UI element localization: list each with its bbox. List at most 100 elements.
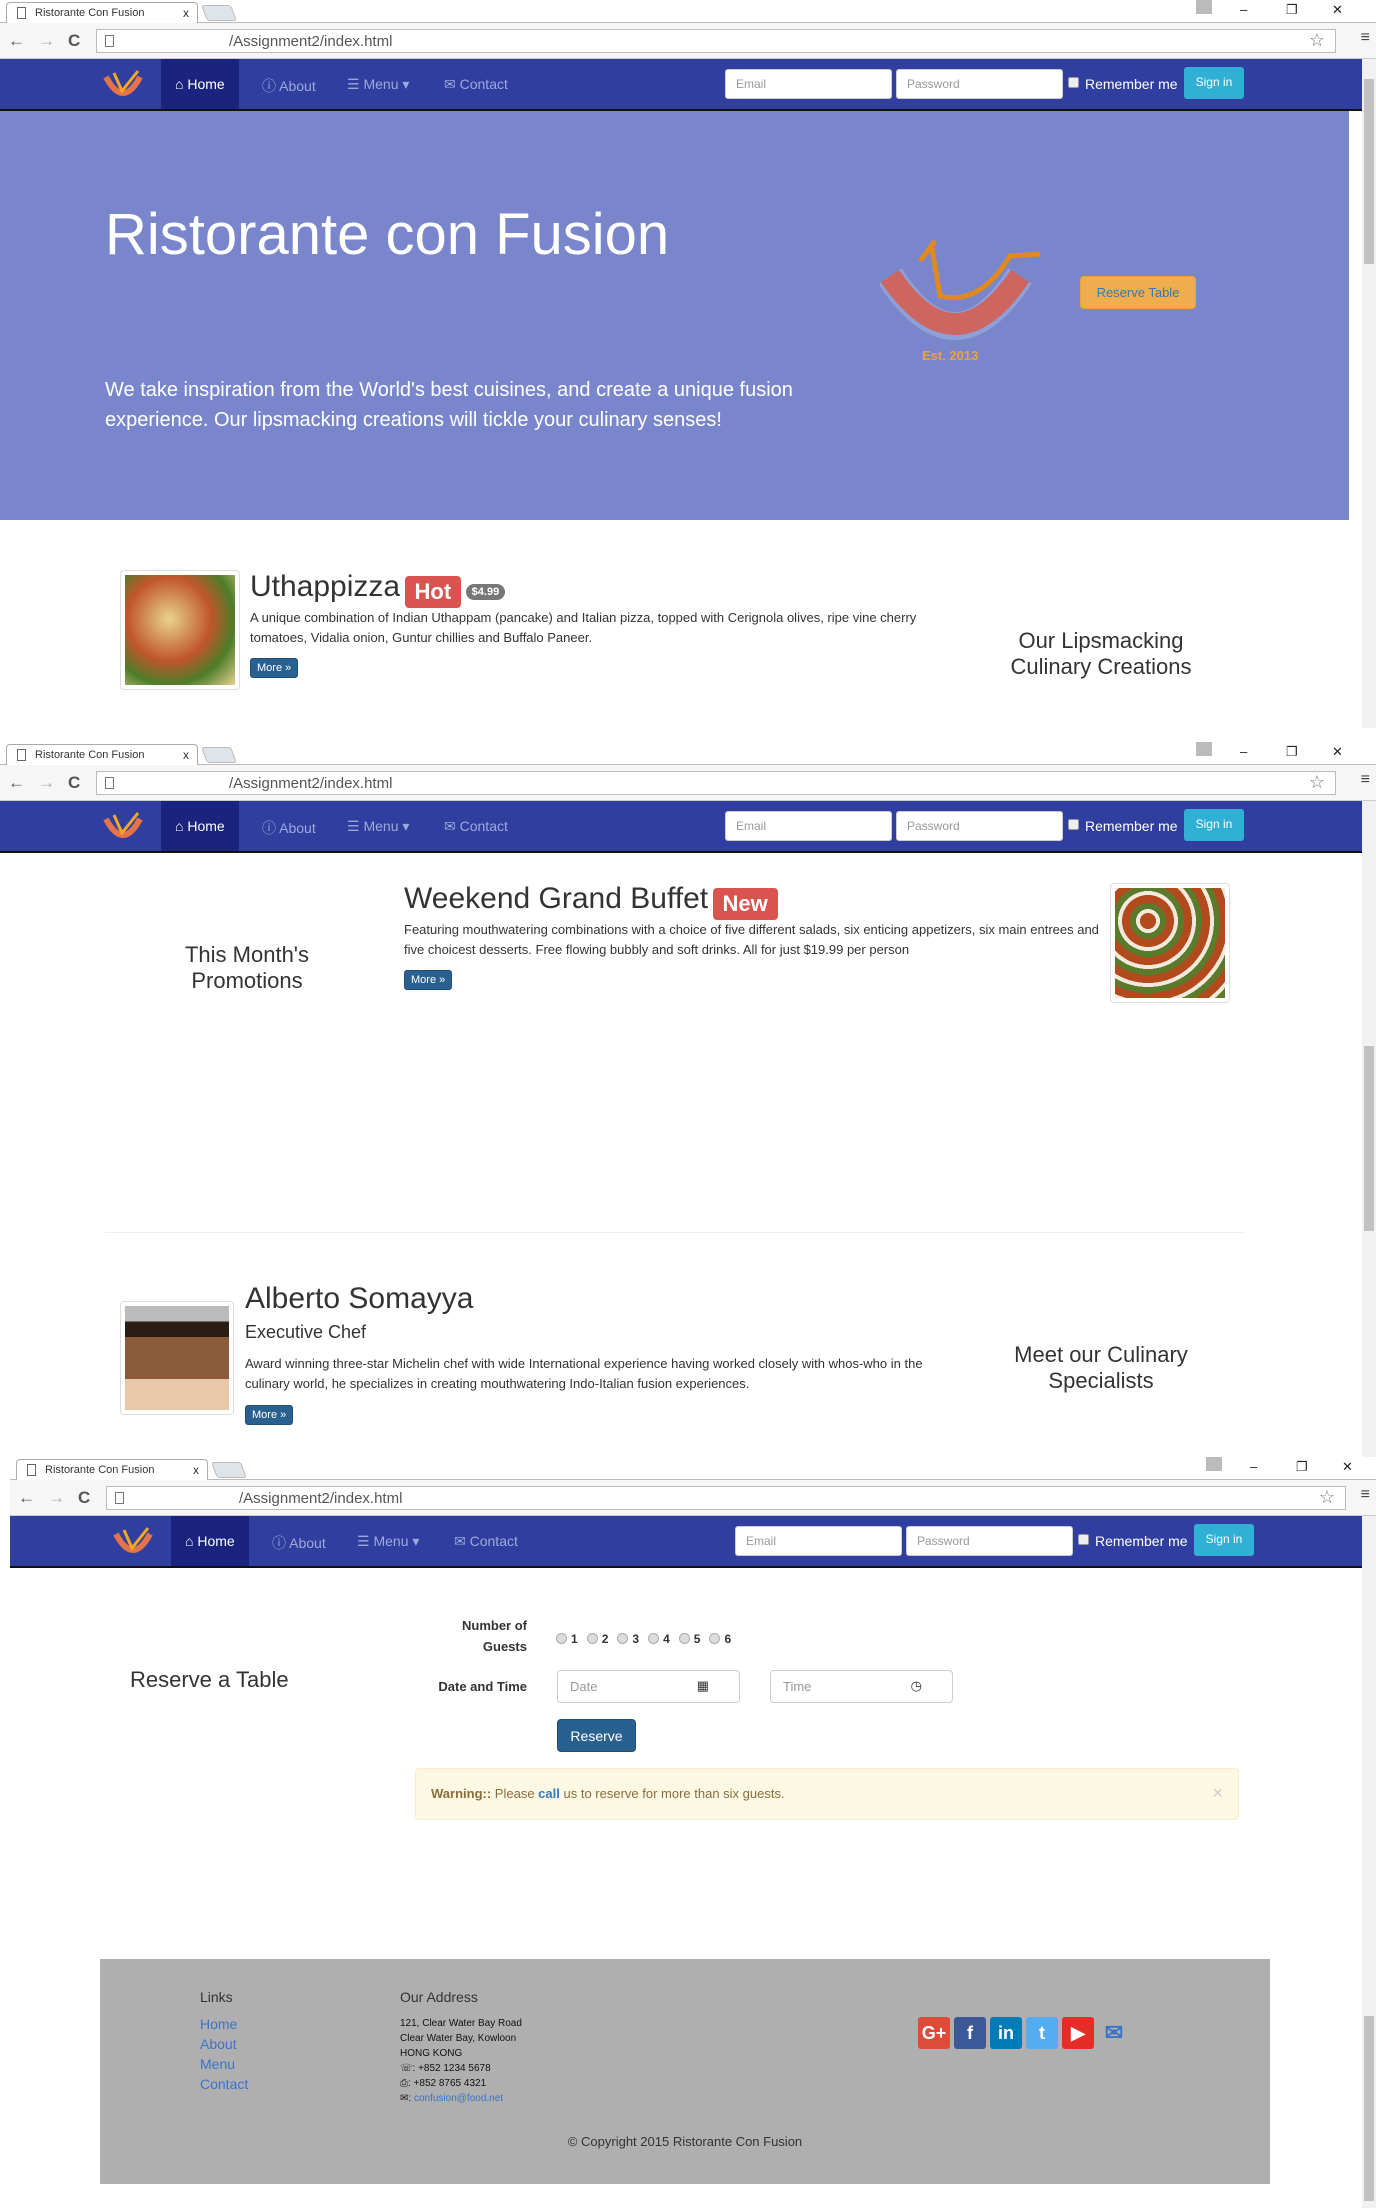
- guest-radio-4[interactable]: 4: [648, 1632, 670, 1646]
- close-window-button[interactable]: ✕: [1332, 2, 1343, 18]
- password-input[interactable]: Password: [896, 69, 1063, 99]
- profile-icon[interactable]: [1206, 1457, 1222, 1471]
- radio-circle[interactable]: [617, 1633, 629, 1644]
- new-tab-button[interactable]: [201, 5, 237, 21]
- radio-circle[interactable]: [709, 1633, 721, 1644]
- google-plus-icon[interactable]: G+: [918, 2017, 950, 2049]
- dish-more-button[interactable]: More »: [250, 658, 299, 678]
- scrollbar[interactable]: [1362, 1516, 1376, 2208]
- footer-link-about[interactable]: About: [200, 2036, 237, 2052]
- nav-home[interactable]: ⌂ Home: [161, 801, 239, 851]
- linkedin-icon[interactable]: in: [990, 2017, 1022, 2049]
- radio-circle[interactable]: [678, 1633, 690, 1644]
- reserve-table-button[interactable]: Reserve Table: [1080, 276, 1196, 309]
- back-button[interactable]: ←: [8, 31, 25, 51]
- remember-me-checkbox[interactable]: [1068, 77, 1079, 88]
- password-input[interactable]: Password: [896, 811, 1063, 841]
- nav-contact[interactable]: ✉ Contact: [444, 59, 508, 109]
- brand-logo[interactable]: [102, 69, 144, 101]
- sign-in-button[interactable]: Sign in: [1194, 1524, 1254, 1556]
- scrollbar[interactable]: [1362, 801, 1376, 1457]
- restore-button[interactable]: ❐: [1296, 1459, 1308, 1475]
- nav-contact[interactable]: ✉ Contact: [454, 1516, 518, 1566]
- browser-tab[interactable]: Ristorante Con Fusion x: [6, 2, 198, 24]
- profile-icon[interactable]: [1196, 742, 1212, 756]
- scrollbar-thumb[interactable]: [1364, 79, 1374, 264]
- nav-about[interactable]: ⓘ About: [262, 801, 316, 851]
- nav-menu-dropdown[interactable]: ☰ Menu ▾: [347, 801, 409, 851]
- close-window-button[interactable]: ✕: [1332, 744, 1343, 760]
- guest-radio-5[interactable]: 5: [678, 1632, 700, 1646]
- email-input[interactable]: Email: [725, 811, 892, 841]
- restore-button[interactable]: ❐: [1286, 744, 1298, 760]
- browser-menu-icon[interactable]: ≡: [1361, 1486, 1370, 1504]
- nav-menu-dropdown[interactable]: ☰ Menu ▾: [347, 59, 409, 109]
- minimize-button[interactable]: –: [1250, 1459, 1257, 1474]
- bookmark-star-icon[interactable]: ☆: [1319, 1487, 1335, 1508]
- email-link[interactable]: confusion@food.net: [414, 2093, 503, 2104]
- forward-button[interactable]: →: [38, 773, 55, 793]
- nav-home[interactable]: ⌂ Home: [161, 59, 239, 109]
- minimize-button[interactable]: –: [1240, 744, 1247, 759]
- bookmark-star-icon[interactable]: ☆: [1309, 772, 1325, 793]
- brand-logo[interactable]: [102, 811, 144, 843]
- alert-close-button[interactable]: ×: [1212, 1783, 1223, 1804]
- scrollbar-thumb[interactable]: [1364, 2016, 1374, 2201]
- browser-menu-icon[interactable]: ≡: [1361, 771, 1370, 789]
- url-input[interactable]: /Assignment2/index.html ☆: [96, 29, 1336, 53]
- scrollbar-thumb[interactable]: [1364, 1046, 1374, 1231]
- remember-me-checkbox[interactable]: [1078, 1534, 1089, 1545]
- reload-button[interactable]: C: [78, 1488, 90, 1508]
- footer-link-menu[interactable]: Menu: [200, 2056, 235, 2072]
- remember-me-checkbox[interactable]: [1068, 819, 1079, 830]
- email-input[interactable]: Email: [735, 1526, 902, 1556]
- leader-more-button[interactable]: More »: [245, 1405, 294, 1425]
- call-link[interactable]: call: [538, 1786, 560, 1801]
- email-input[interactable]: Email: [725, 69, 892, 99]
- url-input[interactable]: /Assignment2/index.html ☆: [106, 1486, 1346, 1510]
- promotion-more-button[interactable]: More »: [404, 970, 453, 990]
- close-window-button[interactable]: ✕: [1342, 1459, 1353, 1475]
- guest-radio-3[interactable]: 3: [617, 1632, 639, 1646]
- radio-circle[interactable]: [556, 1633, 567, 1644]
- new-tab-button[interactable]: [211, 1462, 247, 1478]
- browser-tab[interactable]: Ristorante Con Fusion x: [16, 1459, 208, 1481]
- url-input[interactable]: /Assignment2/index.html ☆: [96, 771, 1336, 795]
- nav-home[interactable]: ⌂ Home: [171, 1516, 249, 1566]
- back-button[interactable]: ←: [8, 773, 25, 793]
- reload-button[interactable]: C: [68, 773, 80, 793]
- new-tab-button[interactable]: [201, 747, 237, 763]
- bookmark-star-icon[interactable]: ☆: [1309, 30, 1325, 51]
- reserve-button[interactable]: Reserve: [557, 1719, 636, 1752]
- radio-circle[interactable]: [648, 1633, 660, 1644]
- browser-menu-icon[interactable]: ≡: [1361, 29, 1370, 47]
- browser-tab[interactable]: Ristorante Con Fusion x: [6, 744, 198, 766]
- twitter-icon[interactable]: t: [1026, 2017, 1058, 2049]
- nav-about[interactable]: ⓘ About: [272, 1516, 326, 1566]
- date-input[interactable]: Date ▦: [557, 1670, 740, 1703]
- restore-button[interactable]: ❐: [1286, 2, 1298, 18]
- reload-button[interactable]: C: [68, 31, 80, 51]
- footer-link-contact[interactable]: Contact: [200, 2076, 248, 2092]
- profile-icon[interactable]: [1196, 0, 1212, 14]
- brand-logo[interactable]: [112, 1526, 154, 1558]
- time-input[interactable]: Time ◷: [770, 1670, 953, 1703]
- back-button[interactable]: ←: [18, 1488, 35, 1508]
- nav-menu-dropdown[interactable]: ☰ Menu ▾: [357, 1516, 419, 1566]
- forward-button[interactable]: →: [38, 31, 55, 51]
- guest-radio-2[interactable]: 2: [586, 1632, 608, 1646]
- radio-circle[interactable]: [586, 1633, 598, 1644]
- forward-button[interactable]: →: [48, 1488, 65, 1508]
- tab-close-button[interactable]: x: [183, 6, 189, 20]
- facebook-icon[interactable]: f: [954, 2017, 986, 2049]
- guest-radio-6[interactable]: 6: [709, 1632, 731, 1646]
- scrollbar[interactable]: [1362, 59, 1376, 728]
- password-input[interactable]: Password: [906, 1526, 1073, 1556]
- youtube-icon[interactable]: ▶: [1062, 2017, 1094, 2049]
- minimize-button[interactable]: –: [1240, 2, 1247, 17]
- tab-close-button[interactable]: x: [183, 748, 189, 762]
- sign-in-button[interactable]: Sign in: [1184, 67, 1244, 99]
- nav-about[interactable]: ⓘ About: [262, 59, 316, 109]
- tab-close-button[interactable]: x: [193, 1463, 199, 1477]
- mail-icon[interactable]: ✉: [1098, 2017, 1130, 2049]
